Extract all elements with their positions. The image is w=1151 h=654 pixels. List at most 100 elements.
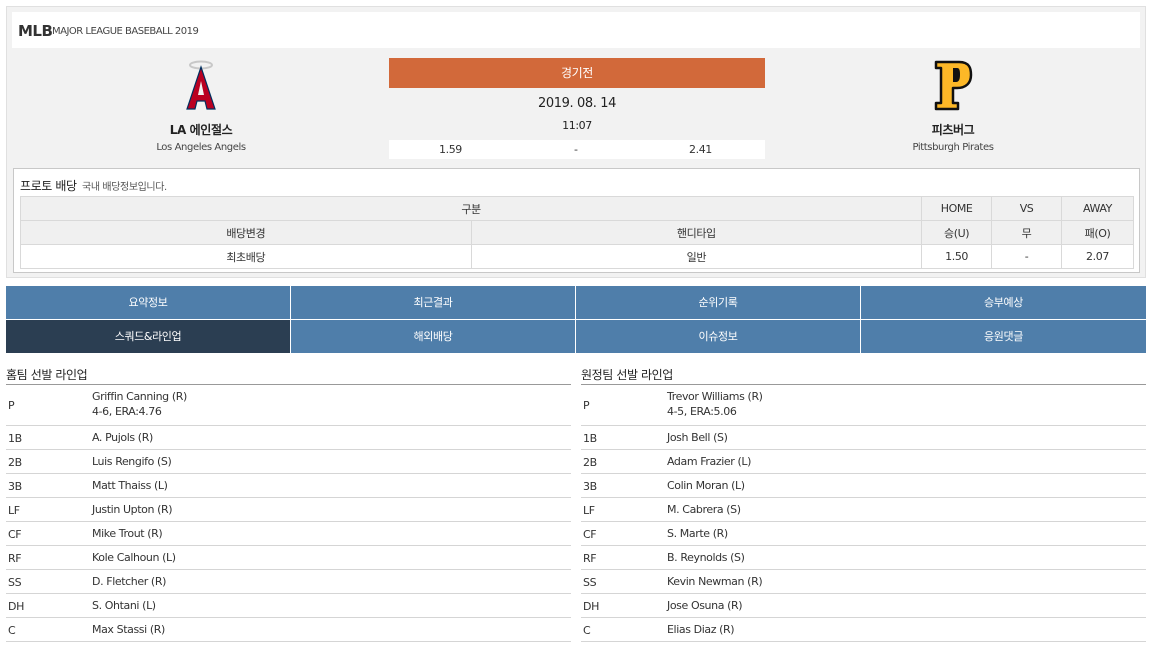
header-lose: 패(O) [1061,220,1134,245]
tab-summary[interactable]: 요약정보 [6,286,290,319]
player-name: Colin Moran (L) [667,479,745,492]
header-category: 구분 [19,196,923,221]
header-draw: 무 [991,220,1063,245]
row-type: 일반 [470,244,923,269]
home-team-name-en: Los Angeles Angels [156,142,246,153]
home-team-name: LA 에인절스 [169,123,233,137]
player-name: Matt Thaiss (L) [92,479,168,492]
header-home: HOME [921,196,993,221]
player-position: P [8,399,15,412]
player-position: 3B [583,480,597,493]
angels-logo-icon [101,57,301,113]
player-position: DH [583,600,599,613]
proto-subheader-row: 배당변경 핸디타입 승(U) 무 패(O) [20,220,1134,245]
away-lineup-title: 원정팀 선발 라인업 [581,366,1146,385]
player-position: 3B [8,480,22,493]
table-row: SS D. Fletcher (R) [6,570,571,594]
player-name: Kole Calhoun (L) [92,551,176,564]
proto-data-row: 최초배당 일반 1.50 - 2.07 [20,244,1134,269]
player-position: RF [8,552,22,565]
player-name: Elias Diaz (R) [667,623,735,636]
player-position: RF [583,552,597,565]
table-row: C Elias Diaz (R) [581,618,1146,642]
proto-header-row: 구분 HOME VS AWAY [19,196,1134,221]
tab-standings[interactable]: 순위기록 [576,286,860,319]
table-row: CF Mike Trout (R) [6,522,571,546]
table-row: P Trevor Williams (R) 4-5, ERA:5.06 [581,385,1146,426]
table-row: RF B. Reynolds (S) [581,546,1146,570]
tab-squad-lineup[interactable]: 스쿼드&라인업 [6,320,290,353]
player-name: M. Cabrera (S) [667,503,741,516]
player-stat: 4-5, ERA:5.06 [667,405,737,418]
table-row: DH Jose Osuna (R) [581,594,1146,618]
table-row: 3B Colin Moran (L) [581,474,1146,498]
player-position: 2B [583,456,597,469]
proto-odds-table: 구분 HOME VS AWAY 배당변경 핸디타입 승(U) 무 패(O) 최초… [19,196,1134,269]
away-team-name: 피츠버그 [931,123,975,137]
player-position: CF [8,528,22,541]
player-name: Josh Bell (S) [667,431,728,444]
table-row: SS Kevin Newman (R) [581,570,1146,594]
player-position: C [583,624,591,637]
header-vs: VS [991,196,1063,221]
player-position: LF [8,504,20,517]
player-name: Max Stassi (R) [92,623,165,636]
proto-odds-box: 프로토 배당 국내 배당정보입니다. 구분 HOME VS AWAY 배당변경 … [13,168,1140,273]
away-odds: 2.41 [689,143,712,156]
table-row: 1B A. Pujols (R) [6,426,571,450]
draw-odds: - [574,143,578,156]
table-row: P Griffin Canning (R) 4-6, ERA:4.76 [6,385,571,426]
player-position: 1B [8,432,22,445]
home-odds: 1.59 [439,143,462,156]
player-position: SS [583,576,597,589]
table-row: CF S. Marte (R) [581,522,1146,546]
tab-recent-results[interactable]: 최근결과 [291,286,575,319]
match-date: 2019. 08. 14 [538,96,616,111]
home-lineup-title: 홈팀 선발 라인업 [6,366,571,385]
row-label: 최초배당 [20,244,472,269]
tab-comments[interactable]: 응원댓글 [861,320,1146,353]
tab-issues[interactable]: 이슈정보 [576,320,860,353]
player-name: Adam Frazier (L) [667,455,751,468]
table-row: 2B Adam Frazier (L) [581,450,1146,474]
tab-prediction[interactable]: 승부예상 [861,286,1146,319]
player-position: SS [8,576,22,589]
player-name: Mike Trout (R) [92,527,163,540]
player-name: Kevin Newman (R) [667,575,763,588]
table-row: RF Kole Calhoun (L) [6,546,571,570]
player-position: C [8,624,16,637]
home-team: LA 에인절스 Los Angeles Angels [101,57,301,153]
table-row: LF M. Cabrera (S) [581,498,1146,522]
player-position: 1B [583,432,597,445]
player-stat: 4-6, ERA:4.76 [92,405,162,418]
league-name: MLB [18,22,53,40]
player-name: Griffin Canning (R) [92,390,187,403]
player-position: DH [8,600,24,613]
player-name: Luis Rengifo (S) [92,455,172,468]
table-row: LF Justin Upton (R) [6,498,571,522]
league-title-bar: MLB MAJOR LEAGUE BASEBALL 2019 [12,12,1140,48]
table-row: C Max Stassi (R) [6,618,571,642]
away-team-name-en: Pittsburgh Pirates [912,142,994,153]
header-odds-change: 배당변경 [20,220,472,245]
header-handicap-type: 핸디타입 [470,220,923,245]
player-position: P [583,399,590,412]
player-name: Jose Osuna (R) [667,599,743,612]
tab-overseas-odds[interactable]: 해외배당 [291,320,575,353]
proto-title: 프로토 배당 국내 배당정보입니다. [20,177,167,194]
player-name: B. Reynolds (S) [667,551,745,564]
proto-description: 국내 배당정보입니다. [82,182,167,193]
away-team: 피츠버그 Pittsburgh Pirates [853,57,1053,153]
player-name: Justin Upton (R) [92,503,173,516]
pirates-logo-icon [853,57,1053,113]
row-lose: 2.07 [1061,244,1134,269]
player-position: LF [583,504,595,517]
league-subtitle: MAJOR LEAGUE BASEBALL 2019 [52,26,199,37]
match-status-badge: 경기전 [389,58,765,88]
match-tabs: 요약정보 최근결과 순위기록 승부예상 스쿼드&라인업 해외배당 이슈정보 응원… [6,286,1146,353]
player-name: D. Fletcher (R) [92,575,166,588]
player-position: CF [583,528,597,541]
row-win: 1.50 [921,244,993,269]
header-away: AWAY [1061,196,1134,221]
player-name: S. Marte (R) [667,527,728,540]
